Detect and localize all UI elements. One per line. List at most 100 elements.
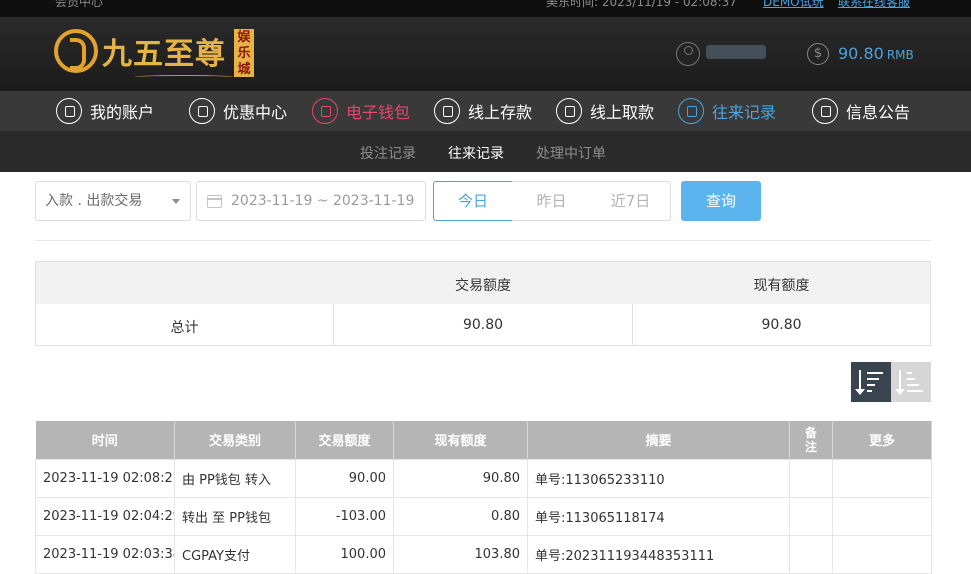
cell-more[interactable]	[832, 496, 932, 536]
gift-icon	[189, 98, 215, 124]
yesterday-button[interactable]: 昨日	[512, 181, 592, 221]
cell-amount: -103.00	[295, 496, 394, 536]
col-time[interactable]: 时间	[35, 421, 175, 459]
today-button[interactable]: 今日	[433, 181, 513, 221]
cell-summary: 单号:113065118174	[527, 496, 790, 536]
nav-label: 线上取款	[590, 103, 655, 122]
cell-balance: 0.80	[393, 496, 528, 536]
col-amount[interactable]: 交易额度	[295, 421, 394, 459]
cell-balance: 90.80	[393, 458, 528, 498]
tab-transaction-records[interactable]: 往来记录	[448, 143, 504, 175]
balance-display: 90.80 RMB	[838, 44, 914, 63]
cell-time: 2023-11-19 02:08:27	[35, 458, 175, 498]
sort-line	[907, 390, 923, 392]
table-row[interactable]: 2023-11-19 02:04:29 转出 至 PP钱包 -103.00 0.…	[35, 496, 932, 536]
cell-more[interactable]	[832, 534, 932, 574]
col-summary[interactable]: 摘要	[527, 421, 790, 459]
summary-col-amount: 交易额度	[455, 278, 511, 294]
support-link[interactable]: 联系在线客服	[838, 0, 910, 10]
cell-note	[789, 534, 833, 574]
username-redacted	[706, 45, 766, 59]
table-row[interactable]: 2023-11-19 02:08:27 由 PP钱包 转入 90.00 90.8…	[35, 458, 932, 498]
sort-descending-button[interactable]	[851, 362, 891, 402]
sort-line	[907, 384, 919, 386]
sort-line	[867, 384, 875, 386]
divider	[35, 240, 931, 241]
sort-line	[867, 378, 879, 380]
nav-label: 我的账户	[90, 103, 155, 122]
nav-label: 信息公告	[846, 103, 911, 122]
brand-tag: 娱乐城	[234, 29, 254, 77]
nav-promotions[interactable]: 优惠中心	[189, 96, 287, 126]
tab-bet-records[interactable]: 投注记录	[360, 143, 416, 163]
cell-summary: 单号:113065233110	[527, 458, 790, 498]
summary-table: 交易额度 现有额度 总计 90.80 90.80	[35, 261, 931, 346]
calendar-icon	[207, 195, 222, 208]
nav-label: 往来记录	[712, 103, 777, 122]
summary-balance: 90.80	[761, 317, 802, 333]
wallet-icon	[312, 98, 338, 124]
last-7-days-button[interactable]: 近7日	[591, 181, 671, 221]
deposit-icon	[434, 98, 460, 124]
logo-flourish-icon	[134, 75, 234, 79]
sort-line	[907, 378, 915, 380]
nav-announcements[interactable]: 信息公告	[812, 96, 910, 126]
site-header: 九五至尊 娱乐城 $ 90.80 RMB	[0, 17, 971, 91]
sort-line	[867, 390, 872, 392]
nav-label: 优惠中心	[223, 103, 288, 122]
withdraw-icon	[556, 98, 582, 124]
server-time: 美东时间: 2023/11/19 - 02:08:37	[546, 0, 737, 9]
cell-time: 2023-11-19 02:03:38	[35, 534, 175, 574]
cell-note	[789, 496, 833, 536]
user-icon[interactable]	[676, 42, 700, 66]
cell-type: 由 PP钱包 转入	[174, 458, 296, 498]
col-note[interactable]: 备注	[789, 421, 833, 459]
date-range-value: 2023-11-19 ~ 2023-11-19	[231, 193, 415, 209]
cell-amount: 90.00	[295, 458, 394, 498]
date-range-input[interactable]: 2023-11-19 ~ 2023-11-19	[196, 181, 426, 221]
nav-transaction-records[interactable]: 往来记录	[678, 96, 776, 126]
records-table: 时间 交易类别 交易额度 现有额度 摘要 备注 更多 2023-11-19 02…	[35, 421, 932, 574]
demo-link[interactable]: DEMO试玩	[763, 0, 824, 10]
cell-type: 转出 至 PP钱包	[174, 496, 296, 536]
sort-ascending-button[interactable]	[891, 362, 931, 402]
user-icon	[56, 98, 82, 124]
cell-balance: 103.80	[393, 534, 528, 574]
col-more[interactable]: 更多	[832, 421, 932, 459]
nav-e-wallet[interactable]: 电子钱包	[312, 96, 410, 126]
brand-name: 九五至尊	[102, 37, 226, 72]
sort-asc-icon	[895, 370, 905, 395]
table-row[interactable]: 2023-11-19 02:03:38 CGPAY支付 100.00 103.8…	[35, 534, 932, 574]
dollar-icon: $	[807, 43, 829, 65]
chevron-down-icon	[172, 199, 180, 204]
sub-nav: 投注记录 往来记录 处理中订单	[0, 131, 971, 175]
site-logo[interactable]: 九五至尊 娱乐城	[54, 27, 254, 83]
balance-unit: RMB	[886, 48, 914, 62]
tab-pending-orders[interactable]: 处理中订单	[536, 143, 606, 163]
main-nav: 我的账户 优惠中心 电子钱包 线上存款 线上取款 往来记录 信息公告	[0, 91, 971, 131]
records-icon	[678, 98, 704, 124]
top-left-text: 会员中心	[55, 0, 104, 9]
top-strip: 会员中心 美东时间: 2023/11/19 - 02:08:37 DEMO试玩 …	[0, 0, 971, 17]
logo-mark-icon	[54, 29, 98, 73]
sort-line	[867, 372, 883, 374]
cell-amount: 100.00	[295, 534, 394, 574]
summary-row-label: 总计	[170, 320, 199, 336]
sort-desc-icon	[855, 370, 865, 395]
cell-type: CGPAY支付	[174, 534, 296, 574]
nav-online-withdraw[interactable]: 线上取款	[556, 96, 654, 126]
nav-online-deposit[interactable]: 线上存款	[434, 96, 532, 126]
summary-amount: 90.80	[462, 317, 504, 333]
cell-more[interactable]	[832, 458, 932, 498]
cell-note	[789, 458, 833, 498]
col-type[interactable]: 交易类别	[174, 421, 296, 459]
records-header-row: 时间 交易类别 交易额度 现有额度 摘要 备注 更多	[35, 421, 932, 459]
query-button[interactable]: 查询	[681, 181, 761, 221]
transaction-type-select[interactable]: 入款 . 出款交易	[35, 181, 191, 221]
nav-my-account[interactable]: 我的账户	[56, 96, 154, 126]
cell-time: 2023-11-19 02:04:29	[35, 496, 175, 536]
col-balance[interactable]: 现有额度	[393, 421, 528, 459]
sort-line	[907, 372, 912, 374]
transaction-type-value: 入款 . 出款交易	[45, 193, 143, 209]
balance-value: 90.80	[838, 44, 884, 63]
